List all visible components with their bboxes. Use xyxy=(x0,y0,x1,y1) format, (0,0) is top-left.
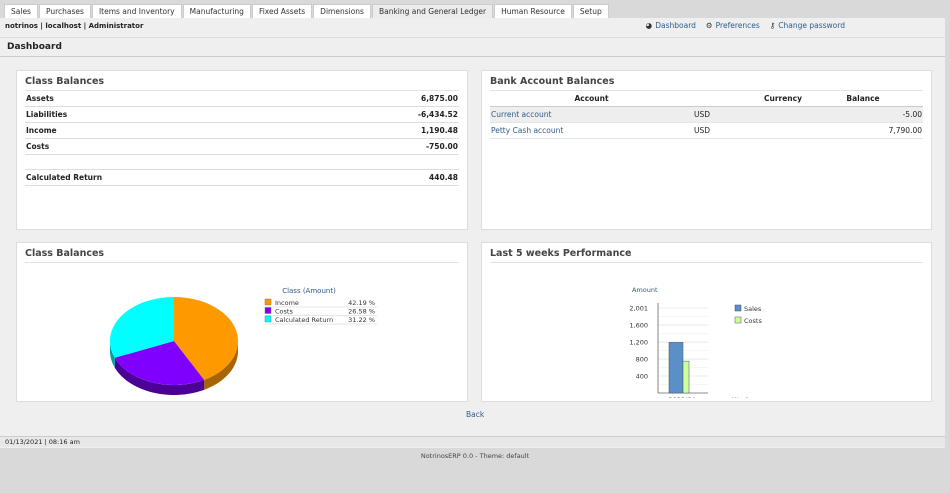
row-value: -6,434.52 xyxy=(306,106,459,123)
currency: USD xyxy=(693,122,803,139)
currency: USD xyxy=(693,106,803,123)
total-row: Calculated Return 440.48 xyxy=(25,169,459,186)
table-row: Petty Cash account USD 7,790.00 xyxy=(490,122,923,139)
balance: 7,790.00 xyxy=(803,122,923,139)
dashboard-link-label[interactable]: Dashboard xyxy=(655,21,696,30)
account-link[interactable]: Petty Cash account xyxy=(491,126,563,135)
panel-title: Bank Account Balances xyxy=(490,76,923,91)
back-link[interactable]: Back xyxy=(466,410,484,419)
row-label: Income xyxy=(25,122,307,139)
tab-sales[interactable]: Sales xyxy=(4,4,38,18)
tab-human-resource[interactable]: Human Resource xyxy=(494,4,572,18)
y-tick-label: 1,200 xyxy=(629,339,648,347)
bar-chart: Amount Week 400 800 1,200 1,600 2,001 Sales Cost… xyxy=(629,286,762,404)
class-balances-panel: Class Balances Assets 6,875.00 Liabilitie… xyxy=(16,70,468,230)
legend-swatch xyxy=(264,298,272,306)
tab-fixed-assets[interactable]: Fixed Assets xyxy=(251,4,313,18)
row-label: Liabilities xyxy=(25,106,307,123)
tab-items-and-inventory[interactable]: Items and Inventory xyxy=(91,4,182,18)
panel-title: Class Balances xyxy=(25,76,459,91)
spacer-row xyxy=(25,154,459,170)
column-header: Currency xyxy=(693,91,803,107)
legend-swatch xyxy=(264,307,272,314)
table-row: Assets 6,875.00 xyxy=(25,91,459,107)
tab-dimensions[interactable]: Dimensions xyxy=(313,4,371,18)
key-icon: ⚷ xyxy=(769,21,776,30)
change-password-label[interactable]: Change password xyxy=(778,21,845,30)
legend-swatch xyxy=(264,315,272,323)
row-value: 6,875.00 xyxy=(306,91,459,107)
y-tick-label: 2,001 xyxy=(629,305,648,313)
legend-label: Calculated Return xyxy=(275,316,333,324)
gears-icon: ⚙ xyxy=(705,21,713,30)
table-row: Liabilities -6,434.52 xyxy=(25,106,459,123)
table-row: Income 1,190.48 xyxy=(25,122,459,139)
column-header: Account xyxy=(490,91,693,107)
class-balances-table: Assets 6,875.00 Liabilities -6,434.52 Inco… xyxy=(25,91,459,186)
legend-value: 26.58 % xyxy=(348,308,375,316)
row-label: Costs xyxy=(25,138,307,155)
bar-sales xyxy=(668,342,684,394)
module-tabs: Sales Purchases Items and Inventory Manufac… xyxy=(4,4,610,18)
header-links: ◕ Dashboard ⚙ Preferences ⚷ Change password xyxy=(646,21,845,30)
preferences-link[interactable]: ⚙ Preferences xyxy=(706,21,760,30)
row-value: -750.00 xyxy=(306,138,459,155)
x-tick-label: 2020/04 xyxy=(668,396,695,398)
user-info: notrinos | localhost | Administrator xyxy=(5,22,144,30)
legend-value: 42.19 % xyxy=(348,299,375,307)
legend-value: 31.22 % xyxy=(348,316,375,324)
legend-label: Costs xyxy=(744,317,762,325)
legend-swatch xyxy=(734,316,742,324)
app-area: notrinos | localhost | Administrator ◕ Da… xyxy=(0,18,945,448)
panel-title: Class Balances xyxy=(25,248,459,263)
x-axis-label: Week xyxy=(732,396,750,398)
row-value: 1,190.48 xyxy=(306,122,459,139)
performance-chart-panel: Last 5 weeks Performance Amount Week 400 80… xyxy=(481,242,932,404)
pie-chart: Class (Amount) Income 42.19 % Costs 26.58 % C… xyxy=(110,287,377,395)
legend-label: Sales xyxy=(744,305,762,313)
bank-balances-panel: Bank Account Balances Account Currency B… xyxy=(481,70,932,230)
legend-label: Costs xyxy=(275,308,293,316)
tab-manufacturing[interactable]: Manufacturing xyxy=(182,4,251,18)
legend-swatch xyxy=(734,304,742,312)
bank-balances-table: Account Currency Balance Current account… xyxy=(490,91,923,139)
y-tick-label: 1,600 xyxy=(629,322,648,330)
y-tick-label: 400 xyxy=(636,373,648,381)
legend-label: Income xyxy=(275,299,299,307)
bar-costs xyxy=(682,360,690,394)
column-header: Balance xyxy=(803,91,923,107)
page-title: Dashboard xyxy=(0,37,945,57)
footer: NotrinosERP 0.0 - Theme: default xyxy=(420,452,530,460)
row-label: Calculated Return xyxy=(25,169,307,186)
tab-purchases[interactable]: Purchases xyxy=(38,4,91,18)
account-link[interactable]: Current account xyxy=(491,110,551,119)
dashboard-icon: ◕ xyxy=(645,21,653,30)
y-tick-label: 800 xyxy=(636,356,648,364)
preferences-link-label[interactable]: Preferences xyxy=(716,21,760,30)
table-row: Costs -750.00 xyxy=(25,138,459,155)
table-row: Current account USD -5.00 xyxy=(490,106,923,123)
dashboard-link[interactable]: ◕ Dashboard xyxy=(646,21,696,30)
tab-banking-and-general-ledger[interactable]: Banking and General Ledger xyxy=(371,4,494,18)
y-axis-label: Amount xyxy=(632,286,658,294)
legend-title: Class (Amount) xyxy=(282,287,336,295)
row-value: 440.48 xyxy=(306,169,459,186)
change-password-link[interactable]: ⚷ Change password xyxy=(770,21,845,30)
status-bar: 01/13/2021 | 08:16 am xyxy=(0,436,945,447)
tab-setup[interactable]: Setup xyxy=(572,4,609,18)
row-label: Assets xyxy=(25,91,307,107)
class-balances-chart-panel: Class Balances Class (Amount) Income 42.19… xyxy=(16,242,468,402)
panel-title: Last 5 weeks Performance xyxy=(490,248,923,263)
balance: -5.00 xyxy=(803,106,923,123)
